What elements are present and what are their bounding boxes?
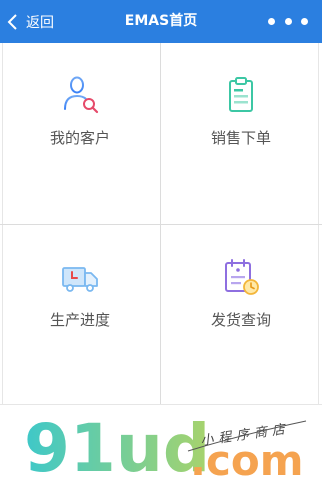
dot-icon	[284, 18, 292, 25]
menu-item-label: 我的客户	[49, 129, 110, 147]
menu-item-production-progress[interactable]: 生产进度	[0, 225, 160, 406]
delivery-truck-icon	[62, 267, 98, 292]
menu-item-label: 销售下单	[210, 129, 271, 147]
menu-item-label: 发货查询	[210, 311, 271, 329]
brand-text: 91ud	[24, 410, 210, 481]
menu-item-shipment-query[interactable]: 发货查询	[161, 225, 321, 406]
chevron-left-icon	[7, 13, 17, 30]
brand-logo: 91ud .com 小程序商店	[24, 410, 307, 481]
customer-search-icon	[64, 76, 99, 114]
menu-item-sales-order[interactable]: 销售下单	[161, 43, 321, 224]
back-button[interactable]: 返回	[6, 0, 54, 43]
menu-item-label: 生产进度	[49, 311, 110, 329]
function-grid: 我的客户 销售下单 生产进度 发货查询	[0, 43, 322, 405]
top-bar: 返回 EMAS首页	[0, 0, 322, 43]
menu-item-my-customers[interactable]: 我的客户	[0, 43, 160, 224]
dot-icon	[268, 18, 275, 25]
dot-icon	[301, 18, 308, 25]
more-options-button[interactable]	[268, 0, 308, 43]
clipboard-icon	[229, 77, 253, 112]
calendar-clock-icon	[225, 259, 259, 295]
back-label: 返回	[26, 14, 54, 31]
brand-watermark: 91ud .com 小程序商店	[0, 405, 322, 481]
